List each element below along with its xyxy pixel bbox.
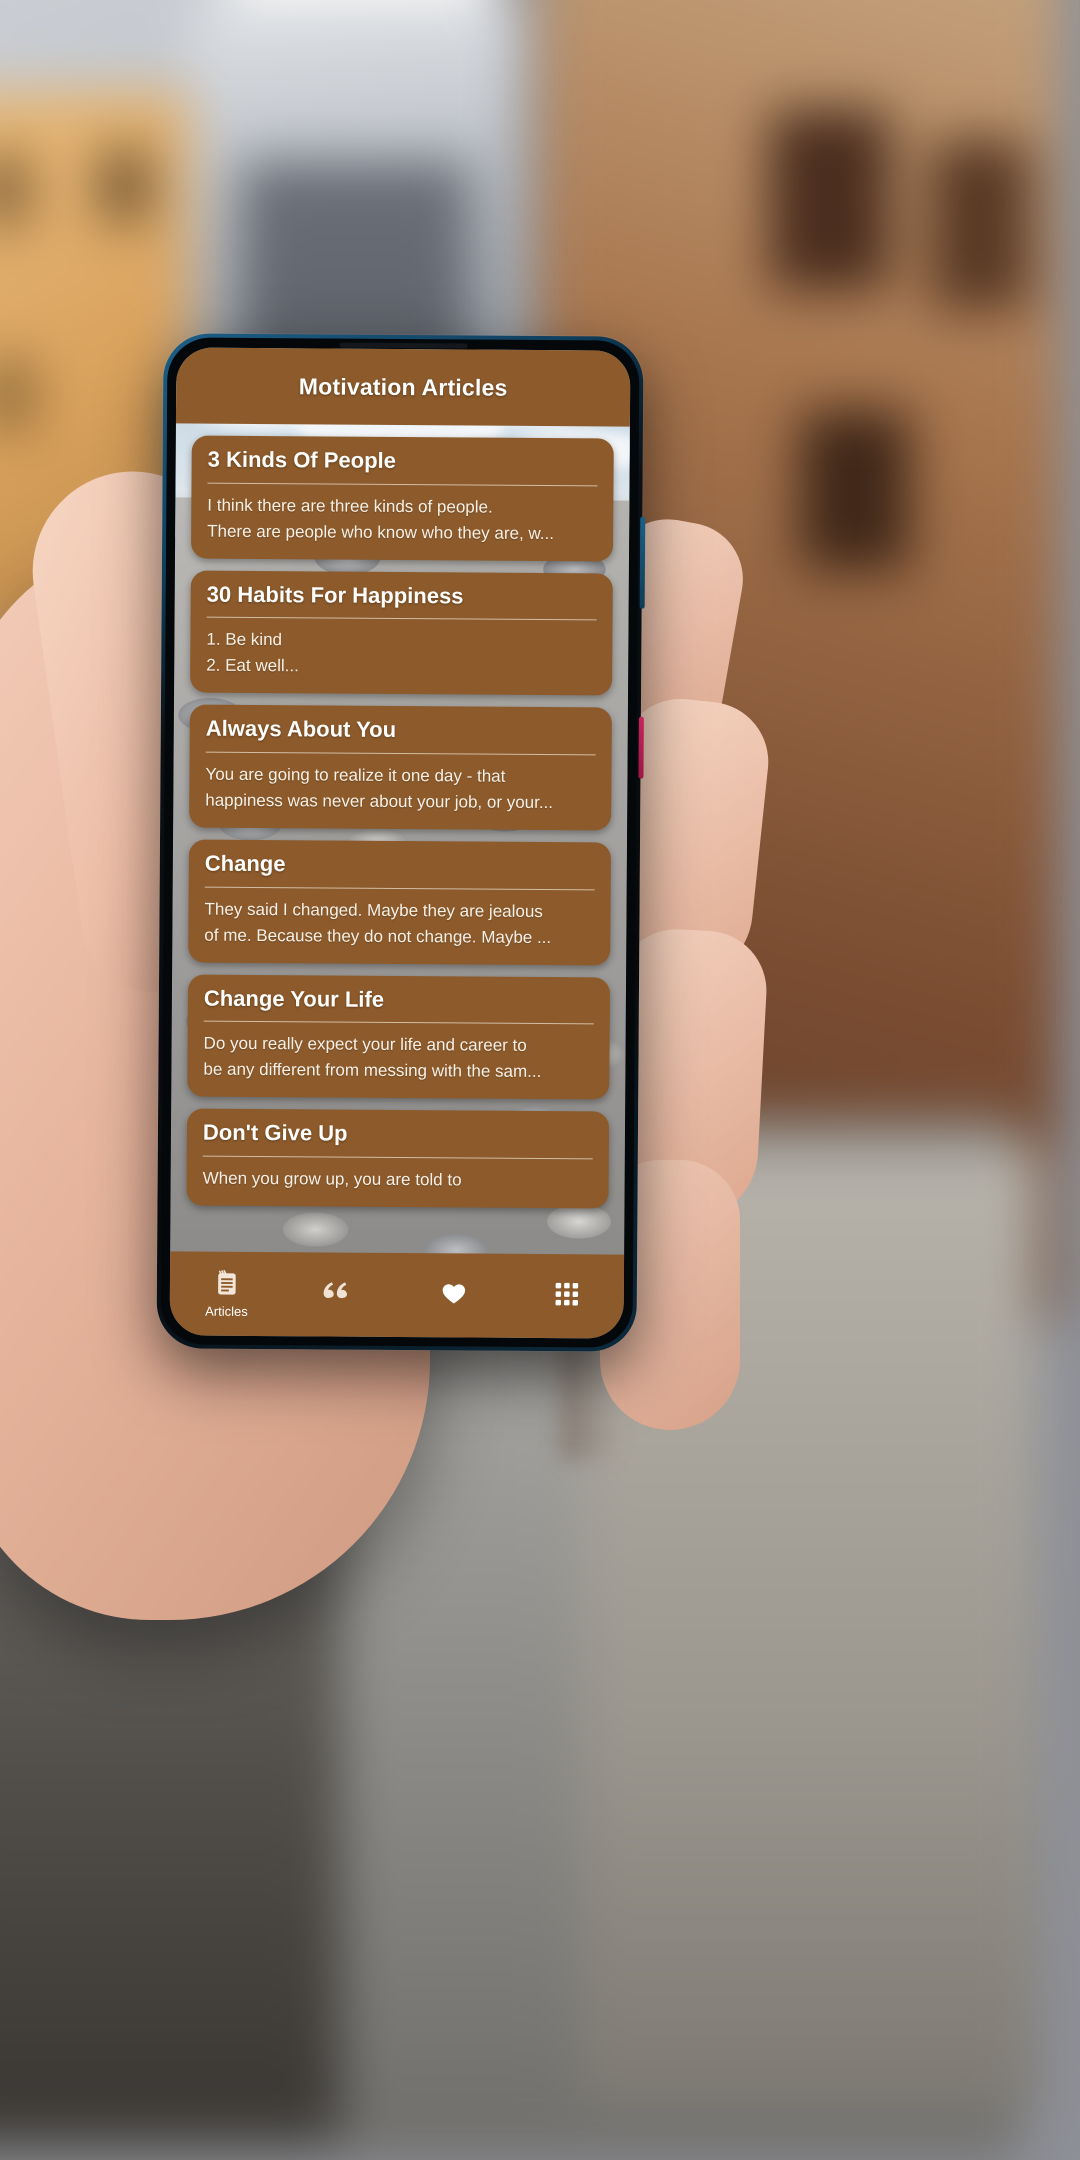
grid-icon [555,1282,579,1305]
article-card[interactable]: 3 Kinds Of People I think there are thre… [190,435,614,562]
article-card[interactable]: Change Your Life Do you really expect yo… [187,974,611,1100]
article-preview: When you grow up, you are told to [202,1168,462,1190]
nav-tab-favorites[interactable] [397,1253,511,1338]
article-preview: They said I changed. Maybe they are jeal… [204,899,552,947]
divider [203,1020,594,1025]
article-preview: I think there are three kinds of people.… [207,495,555,543]
phone-screen: Motivation Articles 3 Kinds Of People I … [169,347,631,1339]
page-title: Motivation Articles [298,372,508,401]
nav-tab-more[interactable] [510,1254,624,1339]
divider [202,1155,593,1160]
article-preview: You are going to realize it one day - th… [205,764,554,812]
bottom-navigation-bar: Articles [169,1251,625,1339]
article-title: 3 Kinds Of People [207,446,397,473]
divider [205,751,596,756]
earpiece-speaker [339,342,468,349]
phone-device: Motivation Articles 3 Kinds Of People I … [156,333,646,1352]
quote-icon [323,1281,348,1298]
article-card[interactable]: Don't Give Up When you grow up, you are … [186,1108,610,1209]
article-card[interactable]: 30 Habits For Happiness 1. Be kind 2. Ea… [190,570,613,696]
article-title: Change [204,850,286,877]
nav-tab-label: Articles [205,1303,248,1319]
notepad-icon [217,1270,236,1295]
article-list[interactable]: 3 Kinds Of People I think there are thre… [170,423,630,1254]
article-preview: 1. Be kind 2. Eat well... [206,629,299,676]
phone-bezel: Motivation Articles 3 Kinds Of People I … [160,337,640,1348]
heart-icon [442,1283,465,1304]
article-card[interactable]: Always About You You are going to realiz… [189,704,612,831]
power-button[interactable] [638,716,644,779]
article-title: 30 Habits For Happiness [206,581,464,609]
article-title: Change Your Life [203,985,385,1012]
nav-tab-quotes[interactable] [283,1252,397,1337]
divider [204,886,595,890]
article-title: Always About You [205,715,397,743]
divider [207,482,598,486]
article-preview: Do you really expect your life and caree… [203,1033,542,1082]
nav-tab-articles[interactable]: Articles [170,1251,284,1336]
article-title: Don't Give Up [202,1119,348,1146]
volume-button[interactable] [639,516,646,609]
article-card[interactable]: Change They said I changed. Maybe they a… [188,839,612,965]
app-bar: Motivation Articles [175,347,631,427]
divider [206,616,597,621]
